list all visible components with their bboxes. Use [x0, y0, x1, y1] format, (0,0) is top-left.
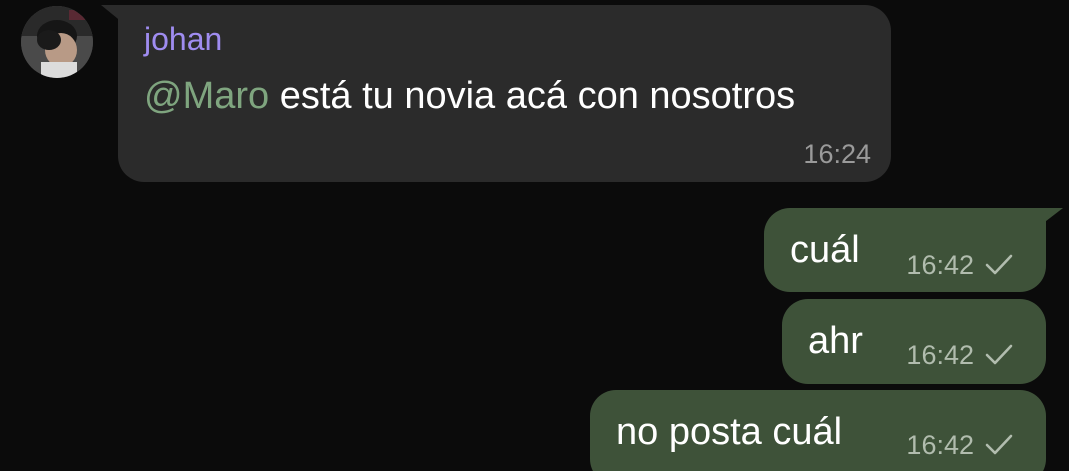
sender-name[interactable]: johan	[144, 23, 222, 55]
sent-check-icon	[985, 434, 1013, 455]
chat-view: johan @Maro está tu novia acá con nosotr…	[0, 0, 1069, 471]
message-text: ahr	[808, 320, 863, 362]
sent-check-icon	[985, 254, 1013, 275]
message-text: cuál	[790, 229, 860, 271]
incoming-message[interactable]: johan @Maro está tu novia acá con nosotr…	[118, 5, 891, 182]
mention-link[interactable]: @Maro	[144, 75, 269, 117]
message-time: 16:24	[803, 139, 871, 169]
message-body: está tu novia acá con nosotros	[269, 75, 796, 117]
outgoing-message[interactable]: cuál 16:42	[764, 208, 1046, 292]
message-text: @Maro está tu novia acá con nosotros	[144, 77, 795, 115]
message-meta: 16:42	[906, 252, 1014, 279]
message-meta: 16:42	[906, 342, 1014, 369]
message-text: no posta cuál	[616, 411, 843, 453]
sent-check-icon	[985, 344, 1013, 365]
sender-avatar[interactable]	[21, 6, 93, 78]
outgoing-message[interactable]: ahr 16:42	[782, 299, 1046, 384]
avatar-photo-icon	[21, 6, 93, 78]
message-time: 16:42	[906, 430, 974, 460]
message-time: 16:42	[906, 340, 974, 370]
message-meta: 16:42	[906, 432, 1014, 459]
outgoing-message[interactable]: no posta cuál 16:42	[590, 390, 1046, 471]
message-time: 16:42	[906, 250, 974, 280]
